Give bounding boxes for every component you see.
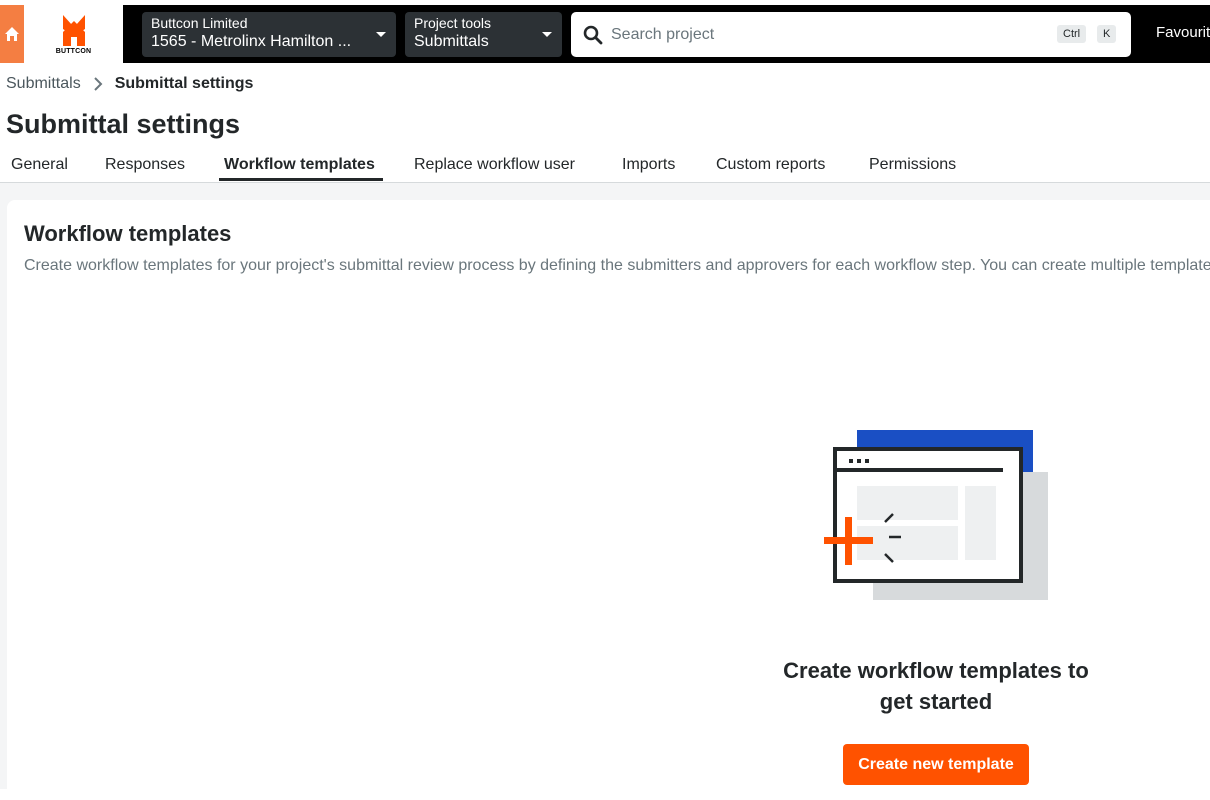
chevron-down-icon (542, 32, 552, 37)
top-divider (0, 0, 1210, 5)
home-button[interactable] (0, 5, 24, 63)
breadcrumb-submittals-link[interactable]: Submittals (6, 75, 81, 93)
search-icon (583, 25, 603, 44)
company-name: Buttcon Limited (151, 15, 248, 31)
breadcrumb: Submittals Submittal settings (6, 75, 253, 93)
search-bar[interactable]: Ctrl K (571, 12, 1131, 57)
company-logo[interactable]: BUTTCON (24, 5, 123, 63)
project-tools-selector[interactable]: Project tools Submittals (405, 12, 562, 57)
tab-custom-reports[interactable]: Custom reports (716, 156, 825, 174)
project-tools-value: Submittals (414, 33, 489, 50)
logo-text: BUTTCON (55, 48, 92, 55)
home-icon (5, 27, 19, 41)
workflow-template-illustration-icon (824, 430, 1048, 600)
project-tools-label: Project tools (414, 15, 492, 31)
tab-permissions[interactable]: Permissions (869, 156, 956, 174)
card-title: Workflow templates (24, 221, 232, 246)
empty-state-illustration (815, 425, 1055, 610)
tab-general[interactable]: General (11, 156, 68, 174)
search-input[interactable] (611, 25, 1031, 44)
create-new-template-button[interactable]: Create new template (843, 744, 1029, 785)
buttcon-logo-icon (62, 15, 85, 46)
page-title: Submittal settings (6, 109, 241, 139)
empty-state-title: Create workflow templates to get started (783, 658, 1089, 714)
chevron-right-icon (93, 77, 103, 91)
top-navigation-bar: BUTTCON Buttcon Limited 1565 - Metrolinx… (0, 0, 1210, 63)
breadcrumb-current: Submittal settings (114, 75, 254, 92)
favourites-button[interactable]: Favourites (1144, 24, 1210, 41)
tab-replace-workflow-user[interactable]: Replace workflow user (414, 156, 575, 174)
settings-tabs: General Responses Workflow templates Rep… (0, 150, 1210, 183)
card-description: Create workflow templates for your proje… (24, 257, 1210, 274)
chevron-down-icon (376, 32, 386, 37)
tab-imports[interactable]: Imports (622, 156, 675, 174)
active-tab-indicator (219, 178, 383, 181)
tab-responses[interactable]: Responses (105, 156, 185, 174)
company-project-selector[interactable]: Buttcon Limited 1565 - Metrolinx Hamilto… (142, 12, 396, 57)
favourites-label: Favourites (1156, 24, 1210, 41)
shortcut-k-key: K (1097, 25, 1117, 43)
tab-workflow-templates[interactable]: Workflow templates (224, 156, 375, 174)
shortcut-ctrl-key: Ctrl (1057, 25, 1087, 43)
project-name: 1565 - Metrolinx Hamilton ... (151, 33, 352, 50)
